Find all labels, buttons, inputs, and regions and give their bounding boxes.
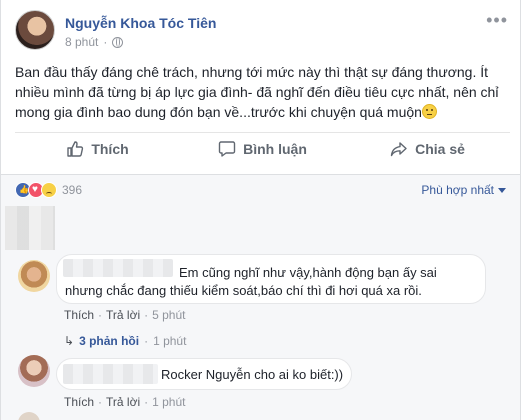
post-time[interactable]: 8 phút [65, 35, 98, 49]
commenter-name-redacted [63, 364, 158, 384]
comment-text-line1: Em cũng nghĩ như vậy,hành động bạn ấy sa… [179, 265, 437, 280]
blurred-comment-box [5, 206, 55, 250]
comment-like-link[interactable]: Thích [64, 395, 94, 409]
comment-bubble: Rocker Nguyễn cho ai ko biết:)) [56, 358, 352, 390]
author-avatar[interactable] [15, 10, 55, 50]
reactions-bar: 396 Phù hợp nhất [1, 174, 520, 204]
neutral-face-emoji-icon [421, 104, 437, 119]
commenter-avatar[interactable] [18, 355, 50, 387]
post-card: Nguyễn Khoa Tóc Tiên 8 phút · ••• Ban đầ… [0, 0, 521, 420]
comment-time[interactable]: 5 phút [152, 308, 185, 322]
comment-bubble: Em cũng nghĩ như vậy,hành động bạn ấy sa… [56, 254, 486, 304]
share-icon [390, 142, 407, 157]
comments-section: Em cũng nghĩ như vậy,hành động bạn ấy sa… [1, 204, 520, 420]
post-actions: Thích Bình luận Chia sẻ [15, 133, 510, 165]
comment-actions: Thích · Trả lời · 1 phút [64, 395, 186, 409]
separator-dot: · [103, 35, 108, 49]
reaction-count: 396 [62, 183, 83, 197]
comment-like-link[interactable]: Thích [64, 308, 94, 322]
globe-icon[interactable] [112, 36, 124, 48]
comment-reply-link[interactable]: Trả lời [106, 308, 140, 322]
thumbs-up-icon [67, 141, 84, 157]
comment-sort-dropdown[interactable]: Phù hợp nhất [421, 183, 506, 197]
more-options-icon[interactable]: ••• [486, 10, 508, 31]
like-label: Thích [91, 141, 129, 157]
comment-actions: Thích · Trả lời · 5 phút [64, 308, 186, 322]
sad-reaction-icon [41, 182, 57, 198]
comment-text: Rocker Nguyễn cho ai ko biết:)) [161, 367, 344, 382]
reply-arrow-icon: ↳ [64, 334, 75, 348]
replies-count[interactable]: 3 phản hồi [79, 334, 139, 348]
like-button[interactable]: Thích [15, 133, 180, 165]
comment-reply-link[interactable]: Trả lời [106, 395, 140, 409]
comment-icon [218, 141, 236, 157]
post-meta: 8 phút · [65, 35, 124, 49]
comment-button[interactable]: Bình luận [180, 133, 345, 165]
commenter-avatar[interactable] [18, 260, 50, 292]
commenter-avatar[interactable] [18, 412, 40, 420]
share-label: Chia sẻ [415, 141, 465, 157]
share-button[interactable]: Chia sẻ [345, 133, 510, 165]
sort-label: Phù hợp nhất [421, 183, 494, 197]
post-header: Nguyễn Khoa Tóc Tiên 8 phút · ••• [15, 10, 510, 54]
comment-text-line2: nhưng chắc đang thiếu kiểm soát,báo chí … [65, 283, 422, 298]
author-name[interactable]: Nguyễn Khoa Tóc Tiên [65, 15, 216, 31]
chevron-down-icon [498, 187, 506, 193]
reaction-summary[interactable]: 396 [15, 182, 82, 198]
view-replies[interactable]: ↳ 3 phản hồi · 1 phút [64, 334, 186, 348]
comment-time[interactable]: 1 phút [152, 395, 185, 409]
commenter-name-redacted [63, 259, 173, 277]
replies-time: 1 phút [153, 334, 187, 348]
post-text: Ban đầu thấy đáng chê trách, nhưng tới m… [15, 62, 510, 122]
comment-label: Bình luận [243, 141, 307, 157]
